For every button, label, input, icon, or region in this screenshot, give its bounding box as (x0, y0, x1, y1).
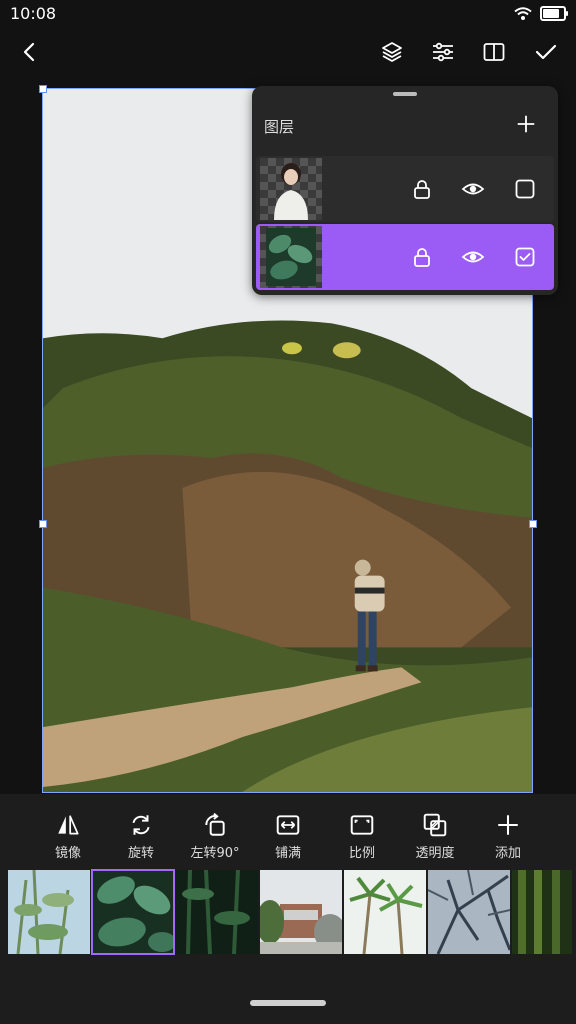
adjust-icon (433, 42, 453, 62)
resize-handle-top-left[interactable] (39, 85, 47, 93)
visibility-toggle[interactable] (459, 175, 487, 203)
tool-label: 添加 (494, 846, 521, 861)
bamboo-image (8, 870, 90, 954)
background-thumb-bamboo[interactable] (8, 870, 90, 954)
top-toolbar (0, 30, 576, 74)
adjust-button[interactable] (427, 36, 459, 68)
ratio-icon (350, 815, 374, 835)
tool-label: 透明度 (415, 846, 455, 861)
tool-ratio[interactable]: 比例 (325, 808, 399, 862)
bottom-panel: 镜像 旋转 左转90° 铺满 比例 透明度 添加 (0, 794, 576, 1024)
background-thumb-bare-tree[interactable] (428, 870, 510, 954)
panel-drag-handle[interactable] (393, 92, 417, 96)
lock-icon (414, 248, 430, 267)
building-image (260, 870, 342, 954)
opacity-icon (423, 813, 447, 837)
panel-title: 图层 (264, 118, 295, 136)
back-button[interactable] (14, 36, 46, 68)
lock-toggle[interactable] (408, 175, 436, 203)
palm-image (344, 870, 426, 954)
background-thumb-palm-trees[interactable] (344, 870, 426, 954)
compare-button[interactable] (478, 36, 510, 68)
checkbox-checked-icon (515, 247, 535, 267)
confirm-icon (535, 44, 557, 60)
leaf-thumbnail (266, 228, 316, 286)
fill-icon (276, 815, 300, 835)
eye-icon (461, 251, 485, 263)
add-layer-button[interactable] (512, 110, 540, 138)
tool-rotate-left[interactable]: 左转90° (178, 808, 252, 862)
select-checkbox[interactable] (511, 243, 539, 271)
tool-label: 铺满 (274, 846, 301, 861)
tool-bar: 镜像 旋转 左转90° 铺满 比例 透明度 添加 (0, 808, 576, 862)
tool-label: 旋转 (127, 846, 154, 861)
home-indicator[interactable] (250, 1000, 326, 1006)
layers-button[interactable] (376, 36, 408, 68)
plus-icon (498, 815, 518, 835)
resize-handle-left[interactable] (39, 520, 47, 528)
eye-icon (461, 183, 485, 195)
rotate-left-icon (205, 812, 225, 836)
tool-opacity[interactable]: 透明度 (398, 808, 472, 862)
plus-icon (517, 115, 535, 133)
tool-mirror[interactable]: 镜像 (31, 808, 105, 862)
visibility-toggle[interactable] (459, 243, 487, 271)
green-bamboo-image (512, 870, 572, 954)
tool-label: 比例 (348, 846, 375, 861)
back-icon (23, 42, 35, 62)
layers-icon (382, 42, 402, 62)
monstera-image (92, 870, 174, 954)
portrait-cutout (274, 163, 308, 220)
background-thumbnails (8, 869, 576, 956)
background-thumb-dark-bamboo[interactable] (176, 870, 258, 954)
background-thumb-monstera-leaves[interactable] (91, 869, 175, 955)
resize-handle-right[interactable] (529, 520, 537, 528)
tool-rotate[interactable]: 旋转 (104, 808, 178, 862)
checkbox-icon (515, 179, 535, 199)
background-thumb-white-building[interactable] (260, 870, 342, 954)
status-icons (514, 6, 568, 21)
status-bar: 10:08 (0, 0, 576, 30)
select-checkbox[interactable] (511, 175, 539, 203)
background-thumb-green-bamboo[interactable] (512, 870, 572, 954)
status-time: 10:08 (10, 4, 57, 23)
rotate-icon (132, 815, 150, 835)
compare-icon (483, 43, 505, 61)
layer-thumbnail-background (260, 226, 322, 288)
tool-add[interactable]: 添加 (471, 808, 545, 862)
dark-bamboo-image (176, 870, 258, 954)
layer-row-background[interactable] (256, 224, 554, 290)
tool-label: 左转90° (190, 846, 240, 861)
mirror-icon (58, 815, 79, 835)
layer-row-portrait[interactable] (256, 156, 554, 222)
wifi-icon (514, 6, 532, 20)
lock-toggle[interactable] (408, 243, 436, 271)
battery-icon (540, 6, 568, 21)
confirm-button[interactable] (530, 36, 562, 68)
lock-icon (414, 180, 430, 199)
tool-label: 镜像 (54, 846, 81, 861)
tool-fill[interactable]: 铺满 (251, 808, 325, 862)
layer-panel: 图层 (252, 86, 558, 295)
bare-tree-image (428, 870, 510, 954)
layer-thumbnail-portrait (260, 158, 322, 220)
